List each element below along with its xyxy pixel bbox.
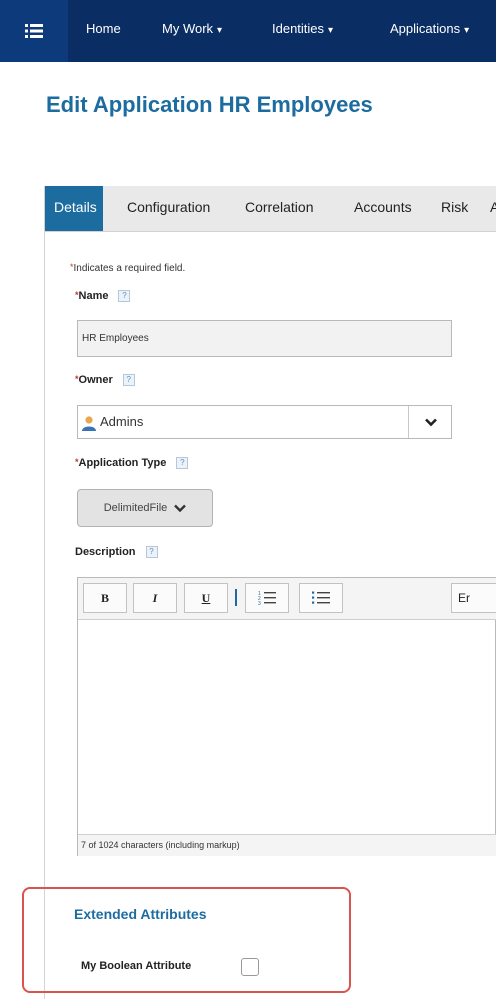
required-note-text: Indicates a required field. [73, 263, 186, 274]
owner-value-text: Admins [100, 414, 144, 429]
name-label-text: Name [78, 290, 109, 302]
caret-down-icon: ▾ [464, 25, 470, 36]
user-group-icon [82, 415, 96, 431]
boolean-attribute-checkbox[interactable] [241, 958, 259, 976]
nav-item-applications[interactable]: Applications ▾ [390, 0, 469, 62]
application-type-value: DelimitedFile [103, 502, 168, 514]
name-label: *Name? [75, 290, 131, 303]
tab-correlation[interactable]: Correlation [245, 186, 313, 231]
list-menu-icon [25, 24, 43, 38]
owner-dropdown-button[interactable] [409, 406, 452, 438]
nav-item-home[interactable]: Home [86, 0, 121, 62]
chevron-down-icon [424, 418, 437, 426]
caret-down-icon: ▾ [217, 25, 223, 36]
application-type-label: *Application Type? [75, 457, 189, 470]
owner-value: Admins [81, 406, 143, 438]
caret-down-icon: ▾ [328, 25, 334, 36]
bullet-list-icon [312, 591, 330, 604]
nav-item-label: Home [86, 21, 121, 36]
extended-attributes-highlight [22, 887, 351, 993]
application-type-label-text: Application Type [78, 457, 167, 469]
nav-item-label: My Work [162, 21, 214, 36]
required-note: *Indicates a required field. [70, 262, 185, 274]
tab-risk[interactable]: Risk [441, 186, 468, 231]
name-input[interactable]: HR Employees [77, 320, 452, 357]
description-textarea[interactable] [78, 621, 496, 833]
tab-more[interactable]: A [490, 186, 496, 231]
top-navigation: Home My Work ▾ Identities ▾ Applications ▾ [0, 0, 496, 62]
char-count: 7 of 1024 characters (including markup) [78, 834, 496, 856]
editor-toolbar: B I U 1 2 3 Er [78, 578, 496, 620]
underline-button[interactable]: U [184, 583, 228, 613]
application-type-select[interactable]: DelimitedFile [77, 489, 213, 527]
toolbar-divider [235, 589, 237, 606]
extended-attributes-title: Extended Attributes [74, 906, 207, 922]
nav-item-my-work[interactable]: My Work ▾ [162, 0, 222, 62]
page-title: Edit Application HR Employees [46, 92, 373, 117]
help-icon[interactable]: ? [145, 546, 158, 559]
description-editor: B I U 1 2 3 Er 7 of 1024 characters (inc… [77, 577, 496, 856]
italic-button[interactable]: I [133, 583, 177, 613]
tab-configuration[interactable]: Configuration [127, 186, 210, 231]
help-icon[interactable]: ? [122, 374, 135, 387]
nav-item-label: Applications [390, 21, 461, 36]
bold-button[interactable]: B [83, 583, 127, 613]
description-label-text: Description [75, 546, 136, 558]
chevron-down-icon [174, 504, 187, 512]
owner-label: *Owner? [75, 374, 135, 387]
owner-label-text: Owner [78, 374, 113, 386]
boolean-attribute-label: My Boolean Attribute [81, 960, 192, 972]
help-icon[interactable]: ? [118, 290, 131, 303]
description-label: Description? [75, 546, 158, 559]
owner-select[interactable]: Admins [77, 405, 452, 439]
toolbar-more-button[interactable]: Er [451, 583, 496, 613]
tab-accounts[interactable]: Accounts [354, 186, 412, 231]
menu-icon[interactable] [0, 0, 68, 62]
tab-details[interactable]: Details [45, 186, 103, 231]
nav-item-label: Identities [272, 21, 325, 36]
bullet-list-button[interactable] [299, 583, 343, 613]
nav-item-identities[interactable]: Identities ▾ [272, 0, 333, 62]
tab-bar: Details Configuration Correlation Accoun… [44, 186, 496, 232]
numbered-list-icon: 1 2 3 [258, 591, 276, 606]
numbered-list-button[interactable]: 1 2 3 [245, 583, 289, 613]
help-icon[interactable]: ? [176, 457, 189, 470]
svg-text:3: 3 [258, 601, 261, 606]
